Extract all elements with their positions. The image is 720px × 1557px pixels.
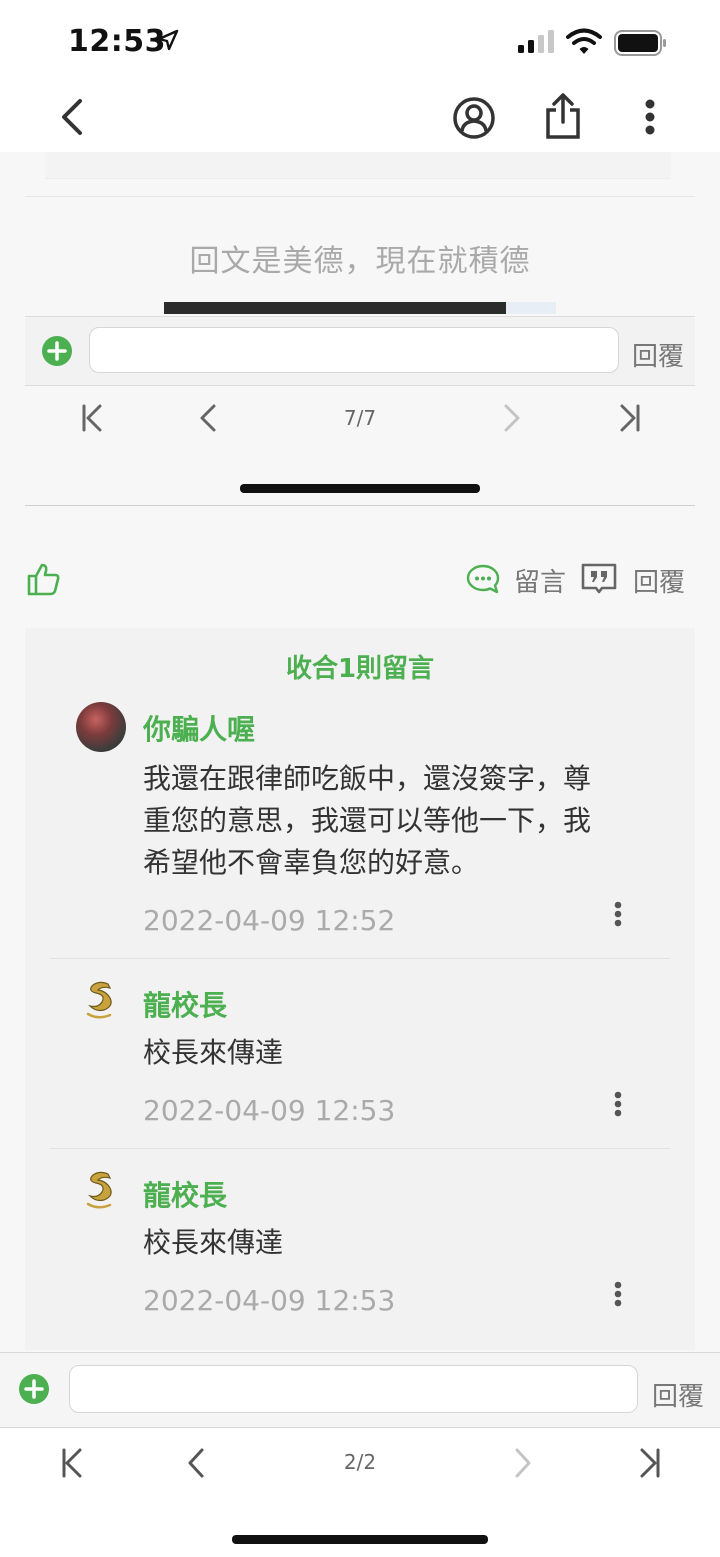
more-vertical-icon[interactable]	[610, 1090, 626, 1120]
reply-button-label[interactable]: 回覆	[633, 562, 685, 599]
comment-date: 2022-04-09 12:53	[143, 1284, 396, 1317]
next-page-icon[interactable]	[513, 1446, 533, 1480]
comment-bubble-icon[interactable]	[466, 563, 500, 595]
embedded-reply-input[interactable]	[89, 327, 619, 373]
status-time: 12:53	[68, 24, 166, 59]
home-indicator	[240, 484, 480, 493]
back-icon[interactable]	[56, 98, 86, 136]
thumbs-up-icon[interactable]	[26, 562, 62, 596]
comment-text-line: 我還在跟律師吃飯中，還沒簽字，尊	[143, 762, 592, 795]
add-icon[interactable]	[18, 1373, 50, 1405]
slogan-text: 回文是美德，現在就積德	[189, 244, 531, 279]
comment-date: 2022-04-09 12:52	[143, 904, 396, 937]
first-page-icon[interactable]	[80, 402, 104, 434]
reply-input[interactable]	[69, 1365, 638, 1413]
ad-banner[interactable]	[164, 302, 556, 314]
embedded-header-strip	[45, 152, 671, 179]
embedded-reply-button[interactable]: 回覆	[632, 336, 684, 373]
comment-author[interactable]: 龍校長	[143, 984, 227, 1024]
quote-reply-icon[interactable]	[580, 562, 618, 594]
avatar[interactable]	[76, 702, 126, 752]
comment-date: 2022-04-09 12:53	[143, 1094, 396, 1127]
prev-page-icon[interactable]	[198, 402, 218, 434]
more-vertical-icon[interactable]	[610, 1280, 626, 1310]
divider	[50, 958, 670, 959]
first-page-icon[interactable]	[60, 1446, 84, 1480]
dragon-avatar-icon[interactable]	[80, 1168, 122, 1212]
comment-author[interactable]: 龍校長	[143, 1174, 227, 1214]
add-icon[interactable]	[41, 335, 73, 367]
last-page-icon[interactable]	[638, 1446, 662, 1480]
divider	[25, 196, 695, 197]
page-indicator: 7/7	[343, 406, 377, 430]
collapse-comments-link[interactable]: 收合1則留言	[25, 648, 695, 685]
prev-page-icon[interactable]	[186, 1446, 206, 1480]
more-vertical-icon[interactable]	[610, 900, 626, 930]
wifi-icon	[566, 28, 602, 54]
share-icon[interactable]	[544, 92, 582, 140]
last-page-icon[interactable]	[618, 402, 642, 434]
divider	[25, 505, 695, 506]
comment-button-label[interactable]: 留言	[514, 562, 566, 599]
comment-text: 我還在跟律師吃飯中，還沒簽字，尊 重您的意思，我還可以等他一下，我 希望他不會辜…	[143, 758, 663, 884]
profile-icon[interactable]	[452, 96, 496, 140]
reply-button[interactable]: 回覆	[652, 1376, 704, 1413]
home-indicator	[232, 1535, 488, 1544]
divider	[50, 1148, 670, 1149]
dragon-avatar-icon[interactable]	[80, 978, 122, 1022]
next-page-icon[interactable]	[502, 402, 522, 434]
signal-icon	[518, 30, 554, 53]
comment-text: 校長來傳達	[143, 1226, 284, 1259]
battery-icon	[614, 30, 666, 56]
comment-text: 校長來傳達	[143, 1036, 284, 1069]
comment-text-line: 希望他不會辜負您的好意。	[143, 846, 480, 879]
comment-section	[25, 628, 695, 1350]
comment-text-line: 重您的意思，我還可以等他一下，我	[143, 804, 592, 837]
more-vertical-icon[interactable]	[640, 98, 660, 138]
page-indicator: 2/2	[343, 1450, 377, 1474]
comment-author[interactable]: 你騙人喔	[143, 708, 255, 748]
location-arrow-icon	[157, 29, 179, 51]
